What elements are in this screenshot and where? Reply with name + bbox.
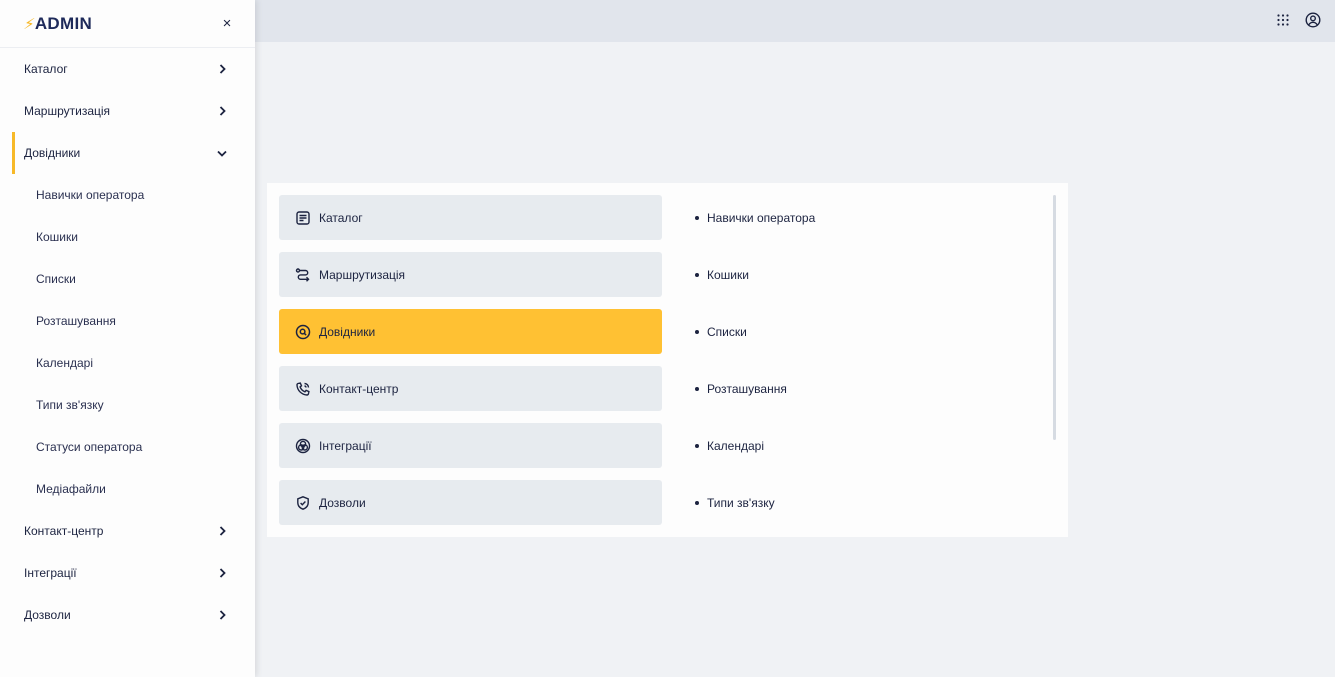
sidebar-item-permissions[interactable]: Дозволи	[0, 594, 255, 636]
list-item-lists[interactable]: Списки	[695, 309, 1035, 354]
chevron-right-icon	[217, 106, 227, 116]
subsection-list: Навички оператора Кошики Списки Розташув…	[695, 195, 1035, 537]
logo-text: ADMIN	[34, 13, 93, 33]
list-item-calendars[interactable]: Календарі	[695, 423, 1035, 468]
logo[interactable]: ⚡ ADMIN	[22, 13, 93, 34]
menu-button-label: Контакт-центр	[319, 381, 399, 396]
bullet-icon	[695, 272, 699, 277]
list-item-operator-skills[interactable]: Навички оператора	[695, 195, 1035, 240]
menu-button-catalog[interactable]: Каталог	[279, 195, 662, 240]
menu-button-label: Довідники	[319, 324, 376, 339]
sidebar-subitem-lists[interactable]: Списки	[0, 258, 255, 300]
chevron-right-icon	[217, 610, 227, 620]
sidebar-item-label: Дозволи	[24, 608, 71, 622]
sidebar: ⚡ ADMIN × Каталог Маршрутизація Довідник…	[0, 0, 255, 677]
section-menu: Каталог Маршрутизація Довідники Контакт-…	[279, 195, 662, 537]
list-item-locations[interactable]: Розташування	[695, 366, 1035, 411]
menu-button-directories[interactable]: Довідники	[279, 309, 662, 354]
bullet-icon	[695, 386, 699, 391]
sidebar-nav: Каталог Маршрутизація Довідники Навички …	[0, 48, 255, 636]
menu-button-label: Маршрутизація	[319, 267, 406, 282]
routing-icon	[295, 267, 311, 283]
list-item-connection-types[interactable]: Типи зв'язку	[695, 480, 1035, 525]
catalog-icon	[295, 210, 311, 226]
list-item-label: Навички оператора	[707, 210, 816, 225]
grid-dots-icon[interactable]	[1275, 11, 1291, 29]
topbar-actions	[1275, 11, 1321, 29]
sidebar-subitem-baskets[interactable]: Кошики	[0, 216, 255, 258]
sidebar-item-routing[interactable]: Маршрутизація	[0, 90, 255, 132]
menu-button-routing[interactable]: Маршрутизація	[279, 252, 662, 297]
user-circle-icon[interactable]	[1305, 11, 1321, 29]
sidebar-item-label: Інтеграції	[24, 566, 77, 580]
integrations-icon	[295, 438, 311, 454]
bullet-icon	[695, 443, 699, 448]
list-scrollbar[interactable]	[1053, 195, 1056, 440]
chevron-down-icon	[217, 148, 227, 158]
sidebar-item-label: Маршрутизація	[24, 104, 111, 118]
menu-button-permissions[interactable]: Дозволи	[279, 480, 662, 525]
search-circle-icon	[295, 324, 311, 340]
chevron-right-icon	[217, 568, 227, 578]
list-item-label: Типи зв'язку	[707, 495, 775, 510]
sidebar-subitem-media-files[interactable]: Медіафайли	[0, 468, 255, 510]
close-icon[interactable]: ×	[221, 15, 233, 32]
sidebar-item-directories[interactable]: Довідники	[0, 132, 255, 174]
list-item-label: Списки	[707, 324, 747, 339]
phone-icon	[295, 381, 311, 397]
list-item-baskets[interactable]: Кошики	[695, 252, 1035, 297]
sidebar-subitem-locations[interactable]: Розташування	[0, 300, 255, 342]
sidebar-header: ⚡ ADMIN ×	[0, 0, 255, 48]
bullet-icon	[695, 215, 699, 220]
menu-button-integrations[interactable]: Інтеграції	[279, 423, 662, 468]
menu-button-contact-center[interactable]: Контакт-центр	[279, 366, 662, 411]
menu-button-label: Інтеграції	[319, 438, 372, 453]
bullet-icon	[695, 500, 699, 505]
sidebar-subitem-connection-types[interactable]: Типи зв'язку	[0, 384, 255, 426]
navigation-card: Каталог Маршрутизація Довідники Контакт-…	[267, 183, 1068, 537]
menu-button-label: Дозволи	[319, 495, 366, 510]
chevron-right-icon	[217, 64, 227, 74]
list-item-label: Розташування	[707, 381, 787, 396]
sidebar-subitem-operator-skills[interactable]: Навички оператора	[0, 174, 255, 216]
sidebar-subitem-calendars[interactable]: Календарі	[0, 342, 255, 384]
list-item-label: Календарі	[707, 438, 764, 453]
menu-button-label: Каталог	[319, 210, 363, 225]
sidebar-item-contact-center[interactable]: Контакт-центр	[0, 510, 255, 552]
sidebar-item-integrations[interactable]: Інтеграції	[0, 552, 255, 594]
bullet-icon	[695, 329, 699, 334]
chevron-right-icon	[217, 526, 227, 536]
sidebar-item-label: Контакт-центр	[24, 524, 104, 538]
list-item-label: Кошики	[707, 267, 749, 282]
sidebar-item-label: Каталог	[24, 62, 68, 76]
sidebar-subitem-operator-statuses[interactable]: Статуси оператора	[0, 426, 255, 468]
sidebar-item-catalog[interactable]: Каталог	[0, 48, 255, 90]
shield-check-icon	[295, 495, 311, 511]
sidebar-item-label: Довідники	[24, 146, 81, 160]
